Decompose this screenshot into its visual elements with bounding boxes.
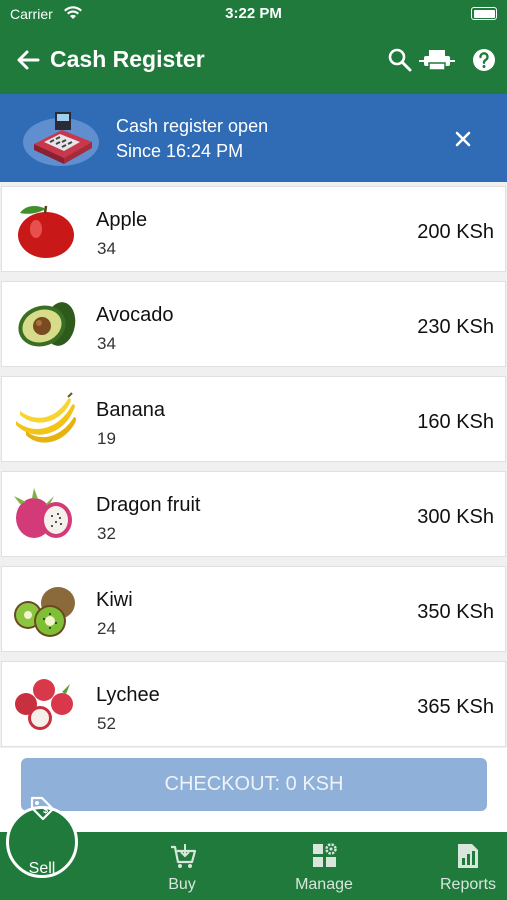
product-list: Apple 34 200 KSh Avocado 34 230 KSh Bana… bbox=[0, 182, 507, 748]
tab-reports-label: Reports bbox=[439, 876, 497, 893]
product-price: 300 KSh bbox=[417, 506, 494, 528]
app-bar: Cash Register bbox=[0, 28, 507, 94]
report-chart-icon bbox=[458, 844, 478, 868]
grid-settings-icon bbox=[313, 843, 337, 867]
dragon-fruit-icon bbox=[14, 488, 72, 538]
product-quantity: 24 bbox=[97, 619, 116, 638]
product-quantity: 52 bbox=[97, 714, 116, 733]
cart-icon bbox=[171, 844, 196, 868]
avocado-icon bbox=[18, 302, 76, 347]
product-price: 365 KSh bbox=[417, 696, 494, 718]
product-quantity: 34 bbox=[97, 239, 116, 258]
product-quantity: 34 bbox=[97, 334, 116, 353]
product-price: 160 KSh bbox=[417, 411, 494, 433]
banana-icon bbox=[16, 392, 77, 443]
price-tag-icon: $ bbox=[30, 796, 55, 821]
checkout-button[interactable]: CHECKOUT: 0 KSH bbox=[21, 758, 487, 811]
tab-manage[interactable]: Manage bbox=[282, 832, 366, 900]
register-status-text: Cash register open bbox=[116, 116, 269, 136]
product-name: Apple bbox=[96, 209, 148, 231]
cash-register-icon bbox=[23, 112, 99, 166]
tab-buy-label: Buy bbox=[168, 876, 196, 893]
lychee-icon bbox=[15, 679, 73, 730]
printer-icon[interactable] bbox=[418, 46, 456, 74]
register-since-text: Since 16:24 PM bbox=[116, 141, 244, 161]
close-icon[interactable] bbox=[448, 124, 478, 154]
register-status-banner: Cash register open Since 16:24 PM bbox=[0, 94, 507, 182]
tab-buy[interactable]: Buy bbox=[140, 832, 224, 900]
status-bar: Carrier 3:22 PM bbox=[0, 0, 507, 28]
page-title: Cash Register bbox=[50, 46, 205, 72]
product-price: 350 KSh bbox=[417, 601, 494, 623]
product-quantity: 19 bbox=[97, 429, 116, 448]
product-name: Dragon fruit bbox=[96, 494, 201, 516]
product-price: 230 KSh bbox=[417, 316, 494, 338]
kiwi-icon bbox=[14, 587, 75, 637]
product-quantity: 32 bbox=[97, 524, 116, 543]
product-row-kiwi[interactable]: Kiwi 24 350 KSh bbox=[1, 566, 506, 652]
tab-sell-label: Sell bbox=[28, 860, 56, 877]
product-row-dragon-fruit[interactable]: Dragon fruit 32 300 KSh bbox=[1, 471, 506, 557]
product-name: Avocado bbox=[96, 304, 174, 326]
checkout-area: CHECKOUT: 0 KSH bbox=[0, 748, 507, 832]
tab-reports[interactable]: Reports bbox=[426, 832, 507, 900]
tab-sell[interactable]: Sell bbox=[0, 832, 84, 900]
product-row-lychee[interactable]: Lychee 52 365 KSh bbox=[1, 661, 506, 747]
svg-text:$: $ bbox=[43, 805, 48, 815]
back-arrow-icon[interactable] bbox=[14, 46, 42, 74]
product-row-banana[interactable]: Banana 19 160 KSh bbox=[1, 376, 506, 462]
product-row-apple[interactable]: Apple 34 200 KSh bbox=[1, 186, 506, 272]
tab-manage-label: Manage bbox=[295, 876, 353, 893]
product-name: Kiwi bbox=[96, 589, 133, 611]
product-row-avocado[interactable]: Avocado 34 230 KSh bbox=[1, 281, 506, 367]
product-name: Banana bbox=[96, 399, 165, 421]
search-icon[interactable] bbox=[386, 46, 414, 74]
help-icon[interactable] bbox=[470, 46, 498, 74]
apple-icon bbox=[18, 205, 74, 258]
battery-icon bbox=[471, 7, 497, 20]
product-price: 200 KSh bbox=[417, 221, 494, 243]
clock: 3:22 PM bbox=[225, 5, 282, 22]
product-name: Lychee bbox=[96, 684, 160, 706]
